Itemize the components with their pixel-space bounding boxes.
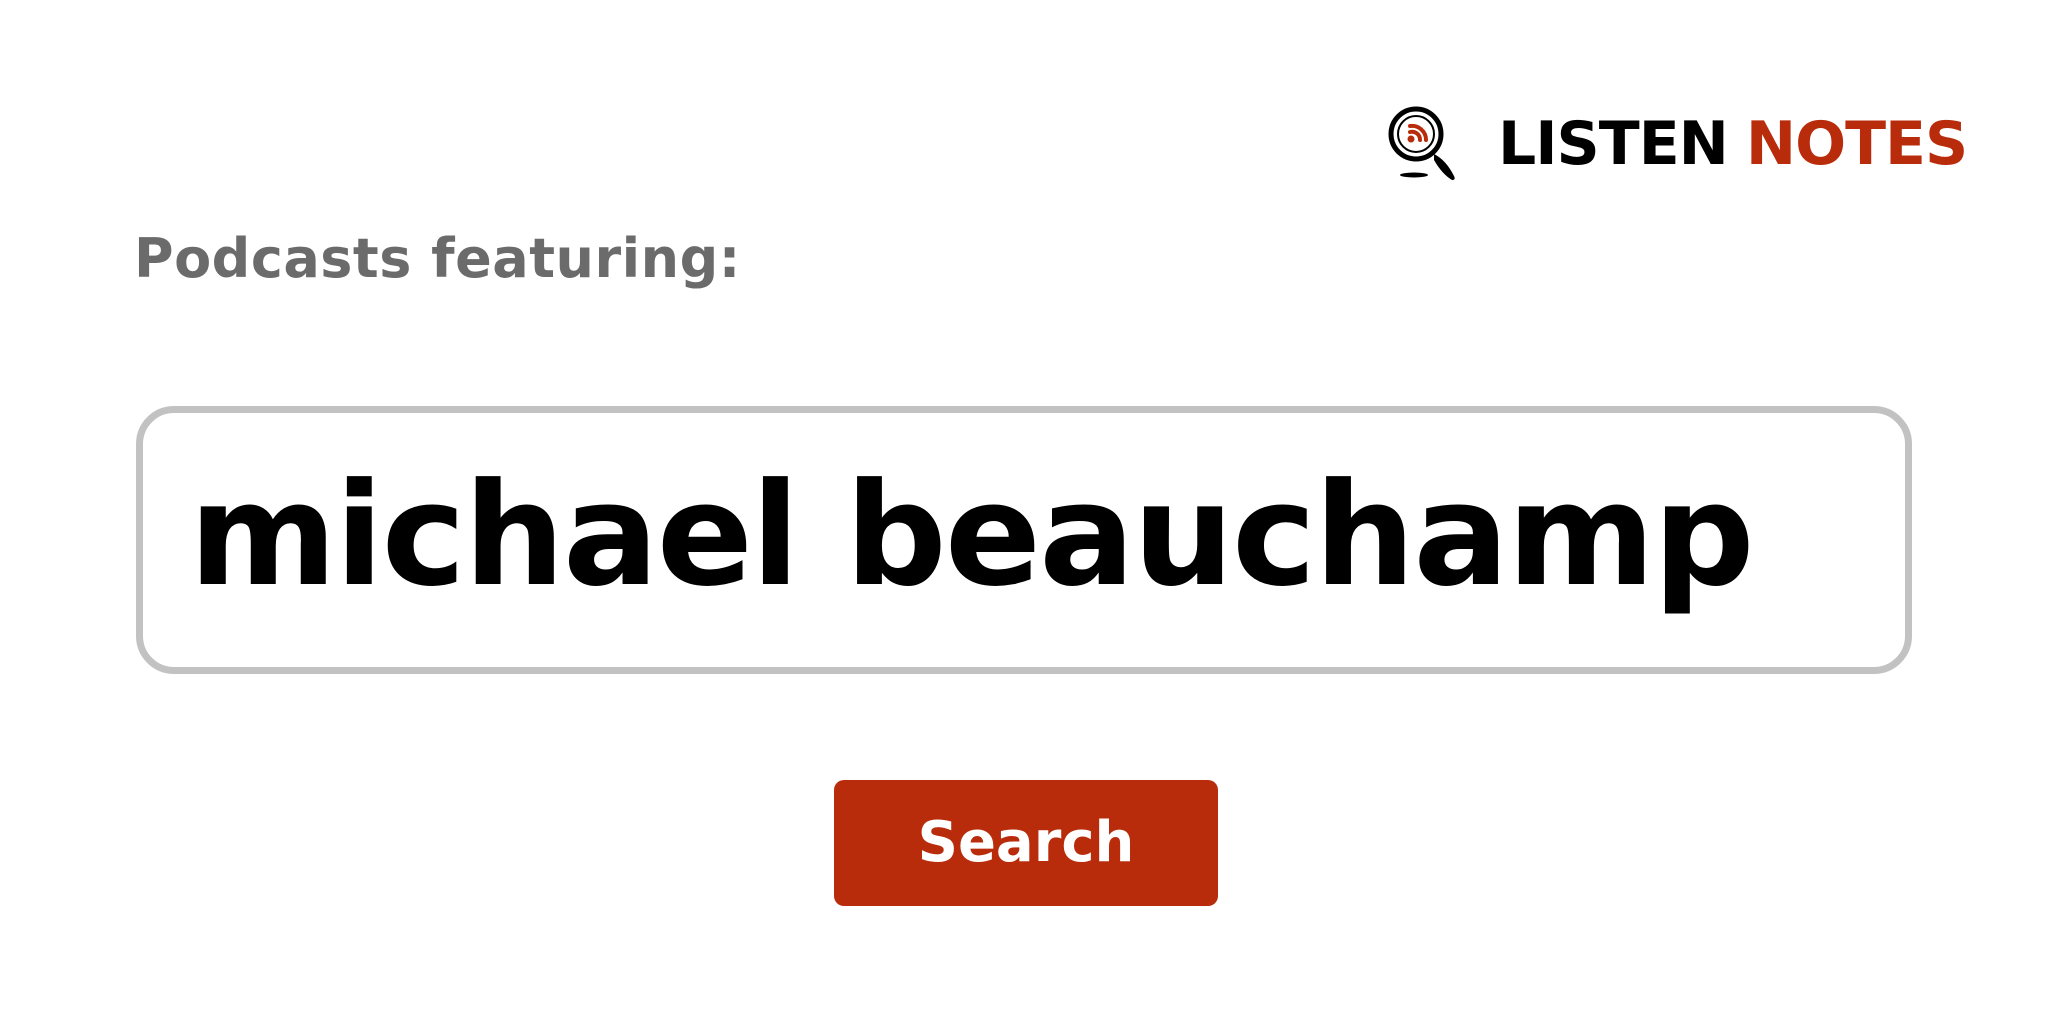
listen-notes-logo[interactable]: LISTEN NOTES [1384, 104, 1968, 184]
search-input[interactable]: michael beauchamp [136, 406, 1912, 674]
logo-word-notes: NOTES [1745, 109, 1968, 179]
page-heading: Podcasts featuring: [134, 227, 741, 290]
podcast-magnifier-icon [1388, 106, 1455, 180]
logo-word-listen: LISTEN [1498, 109, 1729, 179]
search-button-label: Search [917, 810, 1135, 875]
search-button[interactable]: Search [834, 780, 1218, 906]
search-input-value[interactable]: michael beauchamp [189, 465, 1755, 607]
